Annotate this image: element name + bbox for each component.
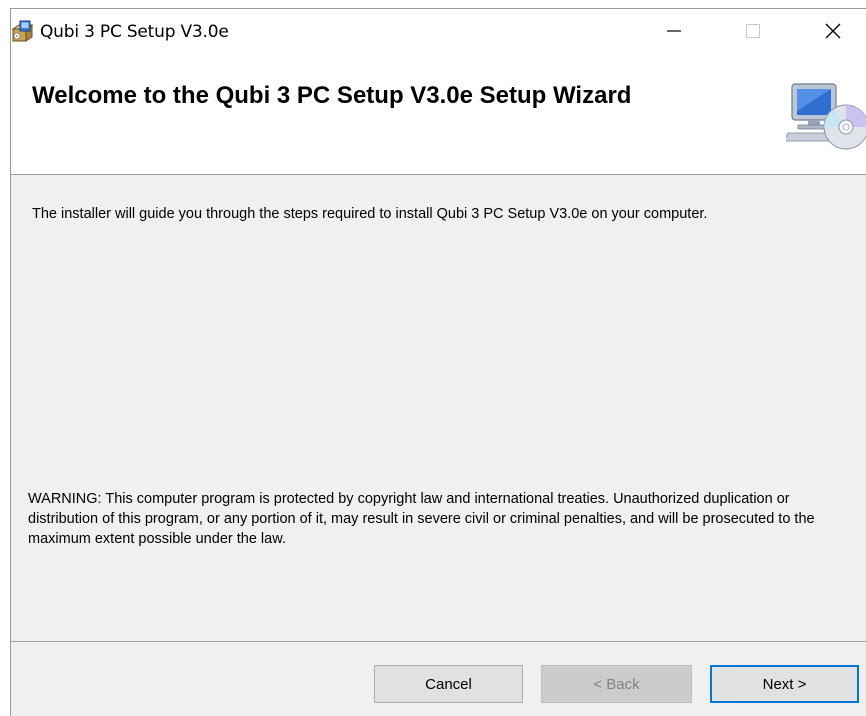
title-bar[interactable]: Qubi 3 PC Setup V3.0e	[11, 9, 866, 57]
computer-cd-icon	[786, 81, 866, 153]
window-title: Qubi 3 PC Setup V3.0e	[40, 22, 229, 42]
wizard-header: Welcome to the Qubi 3 PC Setup V3.0e Set…	[11, 57, 866, 174]
copyright-warning: WARNING: This computer program is protec…	[28, 491, 815, 547]
minimize-icon	[667, 24, 681, 43]
screen: Qubi 3 PC Setup V3.0e Welcome to the Qub…	[0, 0, 866, 716]
header-divider	[11, 174, 866, 175]
page-title: Welcome to the Qubi 3 PC Setup V3.0e Set…	[32, 82, 632, 109]
maximize-icon	[746, 23, 760, 43]
next-button[interactable]: Next >	[710, 665, 859, 703]
close-icon	[825, 23, 841, 44]
back-button: < Back	[541, 665, 692, 703]
cancel-button[interactable]: Cancel	[374, 665, 523, 703]
intro-text: The installer will guide you through the…	[32, 206, 708, 222]
minimize-button[interactable]	[642, 9, 706, 57]
setup-wizard-window: Qubi 3 PC Setup V3.0e Welcome to the Qub…	[11, 9, 866, 716]
installer-package-icon[interactable]	[11, 20, 35, 44]
footer-divider	[11, 641, 866, 642]
close-button[interactable]	[801, 9, 865, 57]
maximize-button	[721, 9, 785, 57]
